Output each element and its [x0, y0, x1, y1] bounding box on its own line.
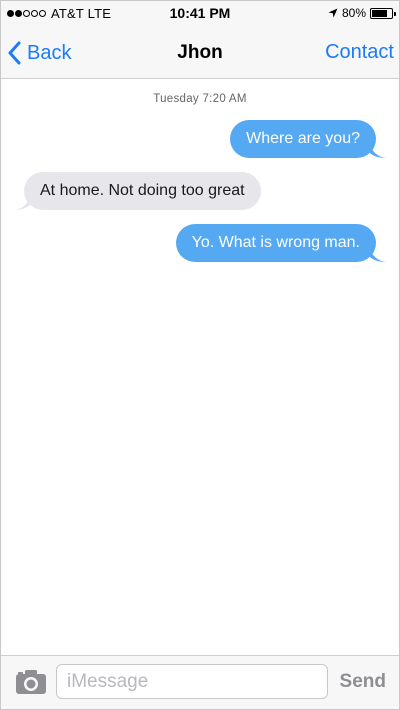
- status-right: 80%: [328, 6, 396, 20]
- imessage-input[interactable]: [56, 664, 328, 699]
- bubble-tail-icon: [370, 144, 386, 158]
- compose-bar: Send: [1, 655, 399, 709]
- message-received-1[interactable]: At home. Not doing too great: [14, 172, 261, 210]
- phone-screen: AT&T LTE 10:41 PM 80% Back Jhon Contact …: [0, 0, 400, 710]
- conversation-title: Jhon: [177, 42, 223, 63]
- nav-bar: Back Jhon Contact: [1, 25, 399, 79]
- back-button[interactable]: Back: [7, 39, 71, 67]
- message-text: Where are you?: [246, 130, 360, 147]
- message-text: At home. Not doing too great: [40, 182, 245, 199]
- message-sent-1[interactable]: Where are you?: [230, 120, 386, 158]
- message-bubble-received: At home. Not doing too great: [24, 172, 261, 210]
- message-timestamp: Tuesday 7:20 AM: [153, 93, 247, 105]
- message-bubble-sent: Where are you?: [230, 120, 376, 158]
- back-label: Back: [27, 41, 72, 64]
- message-text: Yo. What is wrong man.: [191, 234, 360, 251]
- location-arrow-icon: [328, 8, 338, 18]
- message-sent-2[interactable]: Yo. What is wrong man.: [175, 224, 386, 262]
- battery-icon: [370, 7, 396, 19]
- camera-button[interactable]: [15, 669, 47, 695]
- send-button[interactable]: Send: [340, 671, 386, 693]
- contact-button[interactable]: Contact: [325, 41, 394, 64]
- battery-tip: [394, 11, 396, 16]
- battery-fill: [372, 9, 388, 17]
- camera-icon: [16, 670, 46, 694]
- status-bar: AT&T LTE 10:41 PM 80%: [1, 1, 399, 25]
- battery-percent: 80%: [341, 6, 366, 20]
- bubble-tail-icon: [370, 248, 386, 262]
- chevron-left-icon: [8, 41, 21, 65]
- message-thread: Tuesday 7:20 AM Where are you? At home. …: [1, 80, 399, 655]
- message-bubble-sent: Yo. What is wrong man.: [175, 224, 376, 262]
